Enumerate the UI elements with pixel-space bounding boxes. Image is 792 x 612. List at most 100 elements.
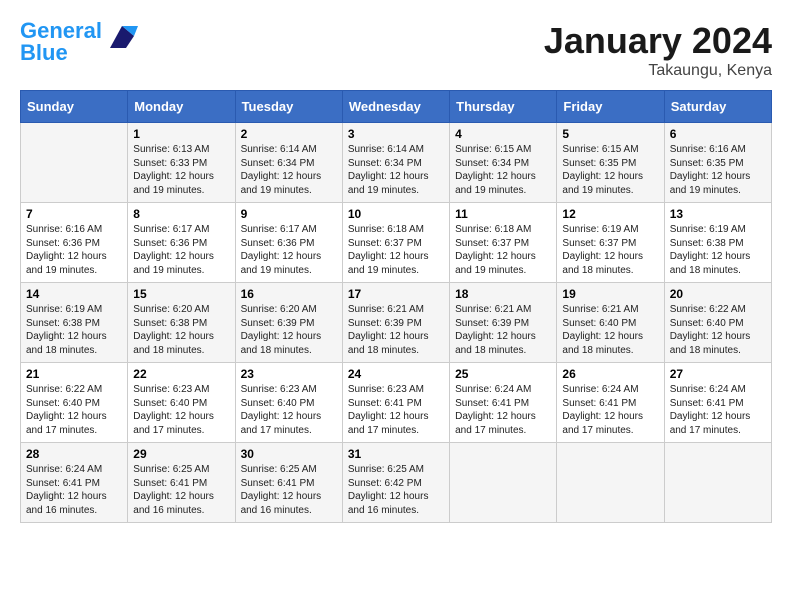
day-info: Sunrise: 6:13 AMSunset: 6:33 PMDaylight:… <box>133 143 229 197</box>
day-number: 30 <box>241 447 337 461</box>
day-number: 11 <box>455 207 551 221</box>
day-number: 19 <box>562 287 658 301</box>
day-number: 3 <box>348 127 444 141</box>
day-number: 27 <box>670 367 766 381</box>
day-number: 28 <box>26 447 122 461</box>
day-cell: 25 Sunrise: 6:24 AMSunset: 6:41 PMDayligh… <box>450 363 557 443</box>
column-header-saturday: Saturday <box>664 91 771 123</box>
day-info: Sunrise: 6:20 AMSunset: 6:39 PMDaylight:… <box>241 303 337 357</box>
day-cell: 2 Sunrise: 6:14 AMSunset: 6:34 PMDaylight… <box>235 123 342 203</box>
day-cell: 14 Sunrise: 6:19 AMSunset: 6:38 PMDayligh… <box>21 283 128 363</box>
day-info: Sunrise: 6:19 AMSunset: 6:38 PMDaylight:… <box>26 303 122 357</box>
day-cell: 22 Sunrise: 6:23 AMSunset: 6:40 PMDayligh… <box>128 363 235 443</box>
logo: GeneralBlue <box>20 20 140 64</box>
day-info: Sunrise: 6:14 AMSunset: 6:34 PMDaylight:… <box>241 143 337 197</box>
day-number: 14 <box>26 287 122 301</box>
calendar-table: SundayMondayTuesdayWednesdayThursdayFrid… <box>20 90 772 523</box>
day-number: 8 <box>133 207 229 221</box>
day-info: Sunrise: 6:16 AMSunset: 6:36 PMDaylight:… <box>26 223 122 277</box>
day-info: Sunrise: 6:25 AMSunset: 6:41 PMDaylight:… <box>241 463 337 517</box>
day-cell: 6Sunrise: 6:16 AMSunset: 6:35 PMDaylight… <box>664 123 771 203</box>
day-cell <box>450 443 557 523</box>
calendar-header: SundayMondayTuesdayWednesdayThursdayFrid… <box>21 91 772 123</box>
week-row-1: 1Sunrise: 6:13 AMSunset: 6:33 PMDaylight… <box>21 123 772 203</box>
day-number: 15 <box>133 287 229 301</box>
day-cell: 26 Sunrise: 6:24 AMSunset: 6:41 PMDayligh… <box>557 363 664 443</box>
day-info: Sunrise: 6:20 AMSunset: 6:38 PMDaylight:… <box>133 303 229 357</box>
day-cell: 19 Sunrise: 6:21 AMSunset: 6:40 PMDayligh… <box>557 283 664 363</box>
day-info: Sunrise: 6:17 AMSunset: 6:36 PMDaylight:… <box>241 223 337 277</box>
day-number: 20 <box>670 287 766 301</box>
day-cell: 12Sunrise: 6:19 AMSunset: 6:37 PMDayligh… <box>557 203 664 283</box>
day-info: Sunrise: 6:21 AMSunset: 6:39 PMDaylight:… <box>348 303 444 357</box>
day-number: 31 <box>348 447 444 461</box>
day-cell <box>557 443 664 523</box>
logo-text: GeneralBlue <box>20 20 102 64</box>
day-number: 17 <box>348 287 444 301</box>
week-row-5: 28 Sunrise: 6:24 AMSunset: 6:41 PMDayligh… <box>21 443 772 523</box>
day-cell: 31Sunrise: 6:25 AMSunset: 6:42 PMDayligh… <box>342 443 449 523</box>
column-header-monday: Monday <box>128 91 235 123</box>
day-info: Sunrise: 6:21 AMSunset: 6:39 PMDaylight:… <box>455 303 551 357</box>
day-info: Sunrise: 6:21 AMSunset: 6:40 PMDaylight:… <box>562 303 658 357</box>
header-row: SundayMondayTuesdayWednesdayThursdayFrid… <box>21 91 772 123</box>
day-number: 21 <box>26 367 122 381</box>
month-title: January 2024 <box>544 20 772 62</box>
title-block: January 2024 Takaungu, Kenya <box>544 20 772 80</box>
week-row-2: 7 Sunrise: 6:16 AMSunset: 6:36 PMDaylight… <box>21 203 772 283</box>
day-cell: 29 Sunrise: 6:25 AMSunset: 6:41 PMDayligh… <box>128 443 235 523</box>
day-info: Sunrise: 6:17 AMSunset: 6:36 PMDaylight:… <box>133 223 229 277</box>
day-info: Sunrise: 6:14 AMSunset: 6:34 PMDaylight:… <box>348 143 444 197</box>
day-cell: 20 Sunrise: 6:22 AMSunset: 6:40 PMDayligh… <box>664 283 771 363</box>
column-header-thursday: Thursday <box>450 91 557 123</box>
week-row-4: 21 Sunrise: 6:22 AMSunset: 6:40 PMDayligh… <box>21 363 772 443</box>
day-number: 2 <box>241 127 337 141</box>
day-cell: 1Sunrise: 6:13 AMSunset: 6:33 PMDaylight… <box>128 123 235 203</box>
day-number: 25 <box>455 367 551 381</box>
day-info: Sunrise: 6:23 AMSunset: 6:40 PMDaylight:… <box>133 383 229 437</box>
day-info: Sunrise: 6:22 AMSunset: 6:40 PMDaylight:… <box>26 383 122 437</box>
calendar-body: 1Sunrise: 6:13 AMSunset: 6:33 PMDaylight… <box>21 123 772 523</box>
day-info: Sunrise: 6:15 AMSunset: 6:34 PMDaylight:… <box>455 143 551 197</box>
column-header-wednesday: Wednesday <box>342 91 449 123</box>
day-cell: 7 Sunrise: 6:16 AMSunset: 6:36 PMDaylight… <box>21 203 128 283</box>
day-cell: 9 Sunrise: 6:17 AMSunset: 6:36 PMDaylight… <box>235 203 342 283</box>
day-cell: 13Sunrise: 6:19 AMSunset: 6:38 PMDayligh… <box>664 203 771 283</box>
day-info: Sunrise: 6:23 AMSunset: 6:40 PMDaylight:… <box>241 383 337 437</box>
day-number: 5 <box>562 127 658 141</box>
day-cell: 21 Sunrise: 6:22 AMSunset: 6:40 PMDayligh… <box>21 363 128 443</box>
day-number: 7 <box>26 207 122 221</box>
day-info: Sunrise: 6:18 AMSunset: 6:37 PMDaylight:… <box>455 223 551 277</box>
day-number: 29 <box>133 447 229 461</box>
column-header-tuesday: Tuesday <box>235 91 342 123</box>
day-info: Sunrise: 6:19 AMSunset: 6:38 PMDaylight:… <box>670 223 766 277</box>
day-number: 18 <box>455 287 551 301</box>
day-info: Sunrise: 6:22 AMSunset: 6:40 PMDaylight:… <box>670 303 766 357</box>
day-cell: 11 Sunrise: 6:18 AMSunset: 6:37 PMDayligh… <box>450 203 557 283</box>
day-cell <box>664 443 771 523</box>
day-number: 24 <box>348 367 444 381</box>
day-info: Sunrise: 6:24 AMSunset: 6:41 PMDaylight:… <box>455 383 551 437</box>
day-number: 10 <box>348 207 444 221</box>
day-number: 26 <box>562 367 658 381</box>
day-cell: 30 Sunrise: 6:25 AMSunset: 6:41 PMDayligh… <box>235 443 342 523</box>
location: Takaungu, Kenya <box>544 62 772 80</box>
day-number: 22 <box>133 367 229 381</box>
day-cell: 16Sunrise: 6:20 AMSunset: 6:39 PMDayligh… <box>235 283 342 363</box>
column-header-friday: Friday <box>557 91 664 123</box>
day-info: Sunrise: 6:24 AMSunset: 6:41 PMDaylight:… <box>26 463 122 517</box>
day-cell: 23Sunrise: 6:23 AMSunset: 6:40 PMDayligh… <box>235 363 342 443</box>
day-number: 9 <box>241 207 337 221</box>
day-info: Sunrise: 6:24 AMSunset: 6:41 PMDaylight:… <box>562 383 658 437</box>
day-info: Sunrise: 6:25 AMSunset: 6:41 PMDaylight:… <box>133 463 229 517</box>
day-cell: 17 Sunrise: 6:21 AMSunset: 6:39 PMDayligh… <box>342 283 449 363</box>
day-info: Sunrise: 6:18 AMSunset: 6:37 PMDaylight:… <box>348 223 444 277</box>
day-cell: 5 Sunrise: 6:15 AMSunset: 6:35 PMDaylight… <box>557 123 664 203</box>
day-cell <box>21 123 128 203</box>
day-cell: 27Sunrise: 6:24 AMSunset: 6:41 PMDayligh… <box>664 363 771 443</box>
day-cell: 24Sunrise: 6:23 AMSunset: 6:41 PMDayligh… <box>342 363 449 443</box>
day-number: 4 <box>455 127 551 141</box>
day-number: 6 <box>670 127 766 141</box>
day-info: Sunrise: 6:19 AMSunset: 6:37 PMDaylight:… <box>562 223 658 277</box>
day-info: Sunrise: 6:15 AMSunset: 6:35 PMDaylight:… <box>562 143 658 197</box>
